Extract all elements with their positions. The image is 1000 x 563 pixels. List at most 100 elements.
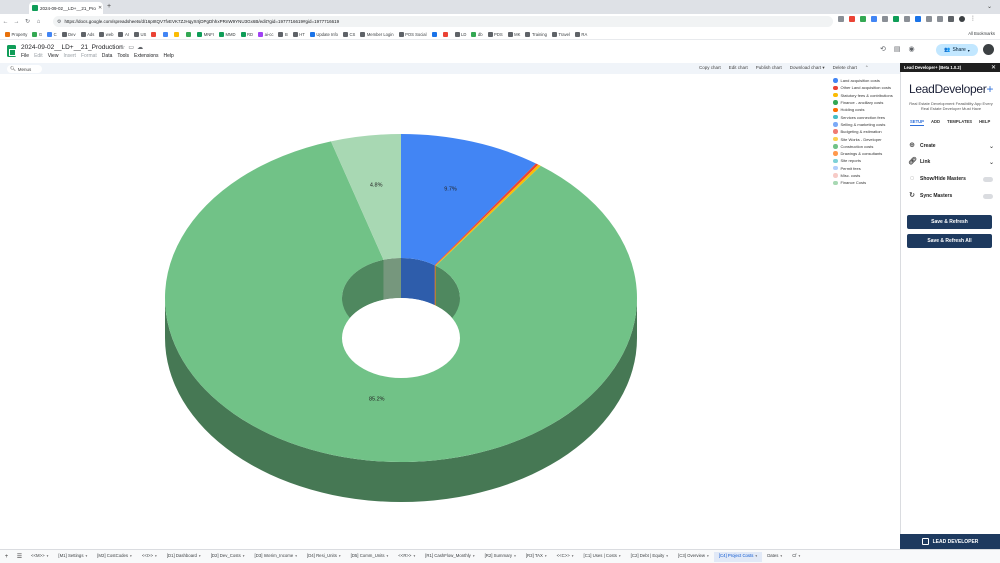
sync-toggle[interactable] (983, 193, 993, 199)
menu-search-input[interactable]: 🔍︎ Menus (7, 65, 42, 73)
download-chart-button[interactable]: Download chart ▾ (790, 65, 825, 71)
create-row[interactable]: ⊕ Create ⌄ (908, 142, 994, 150)
extension-icon[interactable] (915, 16, 921, 22)
sheet-tab-menu-icon[interactable]: ▾ (47, 554, 49, 558)
menu-edit[interactable]: Edit (34, 53, 43, 59)
bookmark-item[interactable]: db (471, 31, 483, 37)
slice-inner-wall[interactable] (383, 258, 401, 300)
tab-search-icon[interactable]: ⌄ (987, 3, 992, 10)
sheet-tab-menu-icon[interactable]: ▾ (413, 554, 415, 558)
user-avatar[interactable] (983, 44, 994, 55)
bookmark-item[interactable]: C (47, 31, 57, 37)
sheet-tab-menu-icon[interactable]: ▾ (130, 554, 132, 558)
sheet-tab[interactable]: <<I>> ▾ (137, 552, 162, 562)
bookmark-item[interactable]: web (99, 31, 113, 37)
sheet-tab-menu-icon[interactable]: ▾ (199, 554, 201, 558)
copy-chart-button[interactable]: Copy chart (699, 65, 721, 71)
sheet-tab[interactable]: <<M>> ▾ (26, 552, 53, 562)
legend-item[interactable]: Statutory fees & contributions (833, 92, 893, 99)
sheet-tab[interactable]: [C2] Debt | Equity ▾ (626, 552, 673, 562)
sheet-tab[interactable]: [C1] Uses | Costs ▾ (579, 552, 626, 562)
legend-item[interactable]: Site reports (833, 157, 893, 164)
menu-help[interactable]: Help (164, 53, 174, 59)
bookmark-item[interactable]: RD (240, 31, 253, 37)
all-bookmarks-link[interactable]: All Bookmarks (968, 31, 995, 36)
home-icon[interactable]: ⌂ (33, 19, 44, 25)
sheet-tab[interactable]: <<C>> ▾ (552, 552, 579, 562)
sheet-tab[interactable]: [D5] Comm_Units ▾ (346, 552, 394, 562)
sheet-tab-menu-icon[interactable]: ▾ (619, 554, 621, 558)
meet-icon[interactable]: ◉ (909, 45, 915, 53)
close-tab-icon[interactable]: ✕ (98, 5, 102, 11)
publish-chart-button[interactable]: Publish chart (756, 65, 782, 71)
legend-item[interactable]: Finance - ancillary costs (833, 99, 893, 106)
menu-insert[interactable]: Insert (63, 53, 76, 59)
extension-icon[interactable] (937, 16, 943, 22)
back-icon[interactable]: ← (0, 19, 11, 25)
chevron-down-icon[interactable]: ⌄ (989, 159, 994, 166)
bookmark-item[interactable] (443, 31, 450, 37)
sheet-tab-menu-icon[interactable]: ▾ (666, 554, 668, 558)
bookmark-item[interactable]: PDS (487, 31, 503, 37)
bookmark-item[interactable]: POS Social (398, 31, 427, 37)
bookmark-item[interactable]: Dev (61, 31, 76, 37)
legend-item[interactable]: Site Works - Developer (833, 135, 893, 142)
sheet-tab-menu-icon[interactable]: ▾ (85, 554, 87, 558)
sheet-tab[interactable]: [R1] CashFlow_Monthly ▾ (420, 552, 479, 562)
document-title[interactable]: 2024-09-02__LD+__21_Production (21, 44, 123, 51)
profile-avatar[interactable] (959, 16, 965, 22)
bookmark-item[interactable]: Property (5, 31, 27, 37)
sheet-tab[interactable]: [R3] TAX ▾ (521, 552, 552, 562)
bookmark-item[interactable]: AI (118, 31, 129, 37)
sheet-tab[interactable]: [D2] Dev_Costs ▾ (206, 552, 250, 562)
sheet-tab-menu-icon[interactable]: ▾ (755, 554, 757, 558)
extension-icon[interactable] (871, 16, 877, 22)
legend-item[interactable]: Services connection fees (833, 113, 893, 120)
sheet-tab-menu-icon[interactable]: ▾ (295, 554, 297, 558)
bookmark-item[interactable]: Ads (80, 31, 94, 37)
forward-icon[interactable]: → (11, 19, 22, 25)
bookmark-item[interactable]: CS (342, 31, 355, 37)
sheet-tab[interactable]: Dates ▾ (762, 552, 787, 562)
legend-item[interactable]: Construction costs (833, 143, 893, 150)
sheet-tab-menu-icon[interactable]: ▾ (799, 554, 801, 558)
bookmark-item[interactable]: Travel (551, 31, 570, 37)
sheet-tab[interactable]: [D4] Resi_Units ▾ (302, 552, 346, 562)
slice-inner-wall[interactable] (435, 265, 436, 306)
tab-help[interactable]: HELP (979, 119, 990, 126)
menu-view[interactable]: View (48, 53, 59, 59)
sheet-tab-menu-icon[interactable]: ▾ (572, 554, 574, 558)
menu-format[interactable]: Format (81, 53, 97, 59)
bookmark-item[interactable] (185, 31, 193, 37)
new-tab-button[interactable]: + (107, 3, 111, 10)
chart-area[interactable]: 9.7% 85.2% 4.8% (0, 74, 900, 549)
close-sidebar-icon[interactable]: ✕ (991, 64, 996, 71)
sheet-tab[interactable]: [M2] CostCodes ▾ (92, 552, 137, 562)
delete-chart-button[interactable]: Delete chart (833, 65, 857, 71)
bookmark-item[interactable]: Member Login (360, 31, 394, 37)
all-sheets-icon[interactable]: ☰ (13, 553, 26, 560)
legend-item[interactable]: Holding costs (833, 106, 893, 113)
tab-add[interactable]: ADD (931, 119, 940, 126)
bookmark-item[interactable]: HT (292, 31, 305, 37)
version-history-icon[interactable]: ⟲ (880, 45, 886, 53)
bookmark-item[interactable] (162, 31, 170, 37)
menu-tools[interactable]: Tools (117, 53, 129, 59)
doughnut-chart[interactable]: 9.7% 85.2% 4.8% (0, 74, 900, 549)
extension-icon[interactable] (860, 16, 866, 22)
bookmark-item[interactable]: ai-cc (258, 31, 273, 37)
legend-item[interactable]: Permit fees (833, 165, 893, 172)
sheet-tab[interactable]: [D1] Dashboard ▾ (162, 552, 206, 562)
share-button[interactable]: 👥 Share ▾ (936, 44, 978, 56)
save-refresh-button[interactable]: Save & Refresh (907, 215, 992, 229)
tab-templates[interactable]: TEMPLATES (947, 119, 972, 126)
menu-extensions[interactable]: Extensions (134, 53, 158, 59)
sheet-tab-menu-icon[interactable]: ▾ (387, 554, 389, 558)
legend-item[interactable]: Drawings & consultants (833, 150, 893, 157)
edit-chart-button[interactable]: Edit chart (729, 65, 748, 71)
legend-item[interactable]: Budgeting & estimation (833, 128, 893, 135)
show-hide-toggle[interactable] (983, 176, 993, 182)
move-folder-icon[interactable]: ▭ (128, 45, 137, 51)
link-row[interactable]: 🔗︎ Link ⌄ (908, 158, 994, 166)
extension-icon[interactable] (882, 16, 888, 22)
